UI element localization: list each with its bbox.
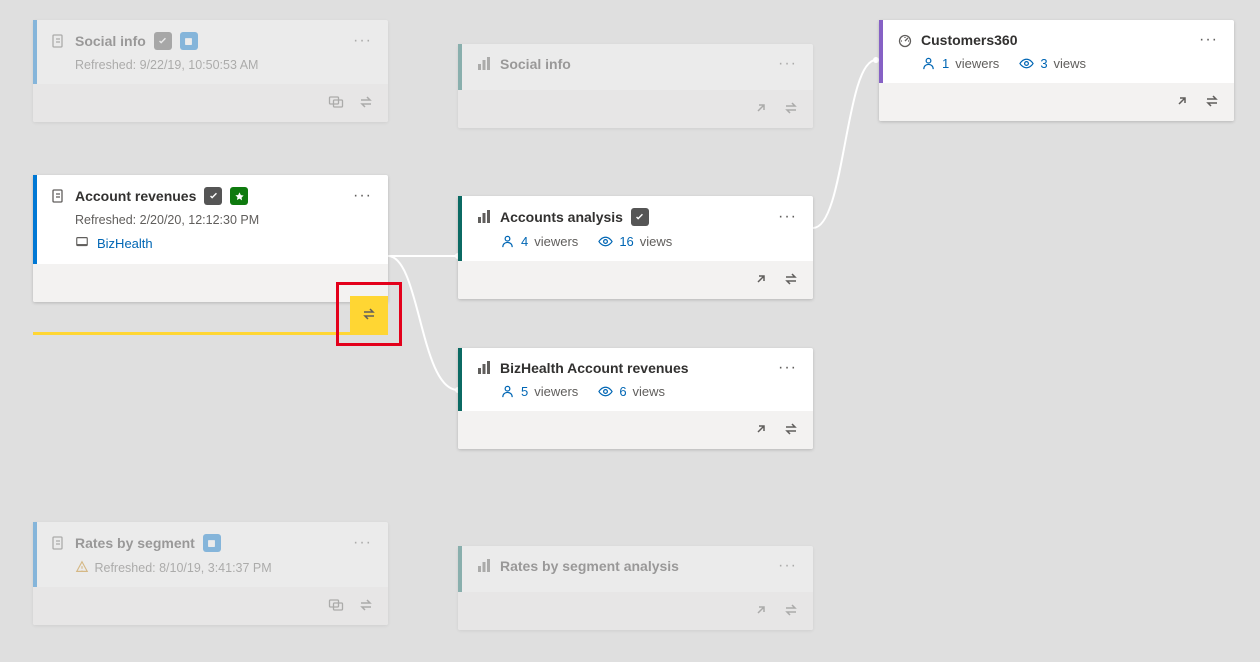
more-icon[interactable]: ···: [351, 191, 374, 201]
views-stat: 3 views: [1019, 56, 1086, 71]
more-icon[interactable]: ···: [1197, 35, 1220, 45]
card-social-info-report[interactable]: Social info ···: [458, 44, 813, 128]
card-title: Customers360: [921, 32, 1018, 48]
swap-icon[interactable]: [1204, 93, 1220, 112]
card-footer: [458, 411, 813, 449]
badge: [230, 187, 248, 205]
refreshed-text: Refreshed: 9/22/19, 10:50:53 AM: [51, 58, 374, 72]
dataset-icon: [51, 188, 67, 204]
more-icon[interactable]: ···: [351, 538, 374, 548]
card-footer: [458, 261, 813, 299]
report-icon: [476, 209, 492, 225]
swap-icon[interactable]: [783, 602, 799, 621]
card-title: Rates by segment: [75, 535, 195, 551]
more-icon[interactable]: ···: [776, 59, 799, 69]
card-footer: [33, 587, 388, 625]
card-title: Accounts analysis: [500, 209, 623, 225]
views-stat: 16 views: [598, 234, 672, 249]
card-title: Social info: [500, 56, 571, 72]
card-title: Social info: [75, 33, 146, 49]
related-icon[interactable]: [328, 597, 344, 616]
report-icon: [476, 56, 492, 72]
viewers-stat: 1 viewers: [921, 56, 999, 71]
card-accounts-analysis-report[interactable]: Accounts analysis ··· 4 viewers 16 views: [458, 196, 813, 299]
more-icon[interactable]: ···: [351, 36, 374, 46]
warning-icon: [75, 560, 89, 574]
more-icon[interactable]: ···: [776, 363, 799, 373]
badge: [203, 534, 221, 552]
badge: [204, 187, 222, 205]
report-icon: [476, 558, 492, 574]
card-footer: [458, 90, 813, 128]
card-customers360-dashboard[interactable]: Customers360 ··· 1 viewers 3 views: [879, 20, 1234, 121]
swap-icon[interactable]: [358, 94, 374, 113]
badge: [180, 32, 198, 50]
card-rates-analysis-report[interactable]: Rates by segment analysis ···: [458, 546, 813, 630]
dataset-icon: [51, 535, 67, 551]
related-icon[interactable]: [328, 94, 344, 113]
card-social-info-dataset[interactable]: Social info ··· Refreshed: 9/22/19, 10:5…: [33, 20, 388, 122]
swap-icon[interactable]: [783, 271, 799, 290]
card-title: Rates by segment analysis: [500, 558, 679, 574]
swap-icon[interactable]: [783, 421, 799, 440]
open-icon[interactable]: [753, 602, 769, 621]
highlight-bar: [33, 332, 388, 335]
open-icon[interactable]: [1174, 93, 1190, 112]
viewers-stat: 5 viewers: [500, 384, 578, 399]
views-stat: 6 views: [598, 384, 665, 399]
open-icon[interactable]: [753, 421, 769, 440]
more-icon[interactable]: ···: [776, 561, 799, 571]
workspace-link[interactable]: BizHealth: [97, 236, 153, 251]
open-icon[interactable]: [753, 100, 769, 119]
dashboard-icon: [897, 32, 913, 48]
card-title: Account revenues: [75, 188, 196, 204]
more-icon[interactable]: ···: [776, 212, 799, 222]
card-rates-dataset[interactable]: Rates by segment ··· Refreshed: 8/10/19,…: [33, 522, 388, 625]
viewers-stat: 4 viewers: [500, 234, 578, 249]
card-footer: [458, 592, 813, 630]
refreshed-text: Refreshed: 2/20/20, 12:12:30 PM: [51, 213, 374, 227]
swap-icon[interactable]: [358, 597, 374, 616]
card-footer: [879, 83, 1234, 121]
swap-icon[interactable]: [783, 100, 799, 119]
card-account-revenues-dataset[interactable]: Account revenues ··· Refreshed: 2/20/20,…: [33, 175, 388, 302]
card-footer: [33, 84, 388, 122]
workspace-icon: [75, 235, 89, 252]
badge: [631, 208, 649, 226]
highlight-box: [336, 282, 402, 346]
badge: [154, 32, 172, 50]
report-icon: [476, 360, 492, 376]
refreshed-text: Refreshed: 8/10/19, 3:41:37 PM: [51, 560, 374, 575]
card-title: BizHealth Account revenues: [500, 360, 689, 376]
card-footer: [33, 264, 388, 302]
dataset-icon: [51, 33, 67, 49]
card-bizhealth-report[interactable]: BizHealth Account revenues ··· 5 viewers…: [458, 348, 813, 449]
open-icon[interactable]: [753, 271, 769, 290]
